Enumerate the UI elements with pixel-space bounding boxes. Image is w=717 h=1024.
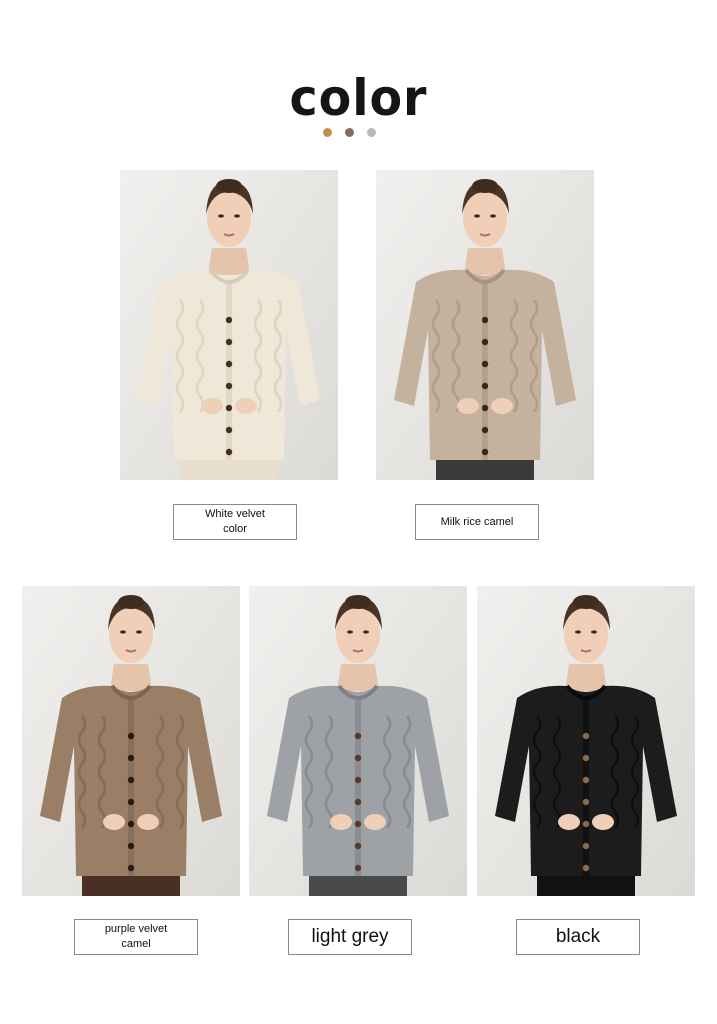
product-photo-black[interactable] bbox=[477, 586, 695, 896]
product-photo-purple-velvet-camel[interactable] bbox=[22, 586, 240, 896]
page-title: color bbox=[289, 69, 428, 127]
color-label-black[interactable]: black bbox=[516, 919, 640, 955]
color-label-purple-velvet-camel[interactable]: purple velvet camel bbox=[74, 919, 198, 955]
color-label-white-velvet[interactable]: White velvet color bbox=[173, 504, 297, 540]
product-photo-light-grey[interactable] bbox=[249, 586, 467, 896]
product-photo-milk-rice-camel[interactable] bbox=[376, 170, 594, 480]
color-dot bbox=[367, 128, 376, 137]
color-dot bbox=[323, 128, 332, 137]
color-label-milk-rice-camel[interactable]: Milk rice camel bbox=[415, 504, 539, 540]
product-photo-white-velvet[interactable] bbox=[120, 170, 338, 480]
color-dots bbox=[323, 128, 376, 137]
color-dot bbox=[345, 128, 354, 137]
color-label-light-grey[interactable]: light grey bbox=[288, 919, 412, 955]
